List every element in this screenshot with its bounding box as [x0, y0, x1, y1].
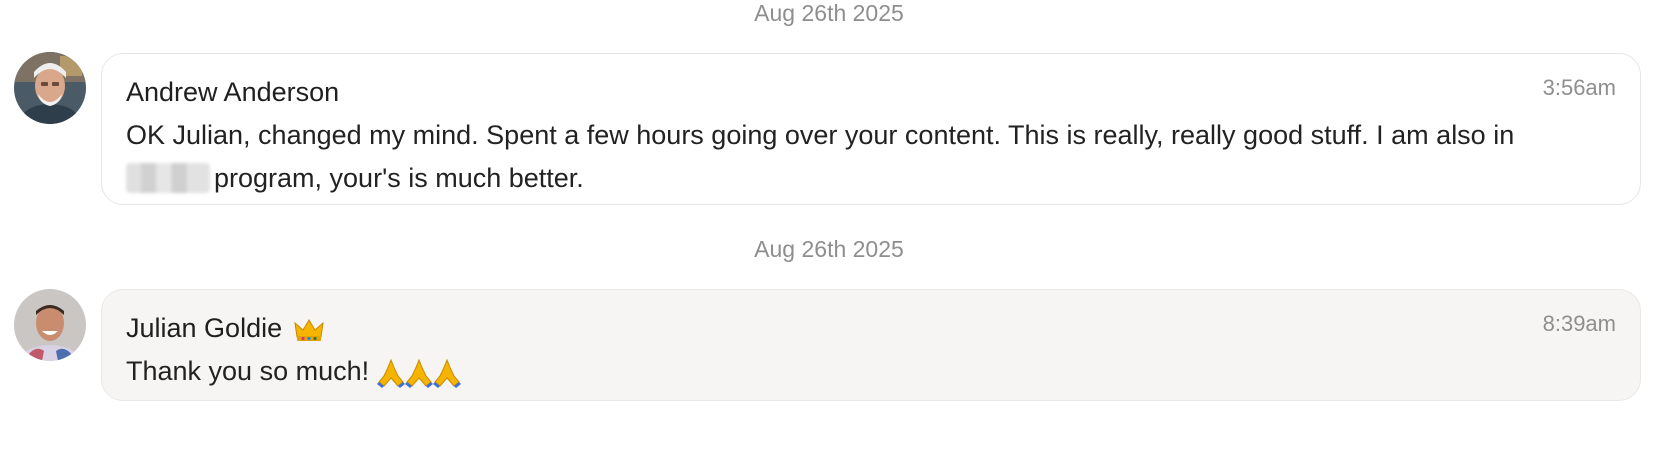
- avatar-julian-goldie[interactable]: [14, 289, 86, 361]
- timestamp: 3:56am: [1542, 75, 1616, 100]
- author-name[interactable]: Julian Goldie: [126, 312, 324, 344]
- message-text-content: Thank you so much!: [126, 356, 370, 386]
- young-man-avatar-icon: [14, 289, 86, 361]
- folded-hands-icon: [432, 358, 461, 388]
- date-separator: Aug 26th 2025: [754, 236, 904, 262]
- avatar-andrew-anderson[interactable]: [14, 52, 86, 124]
- timestamp: 8:39am: [1542, 311, 1616, 336]
- crown-icon: [293, 318, 324, 341]
- redacted-word: [126, 163, 210, 193]
- message-text: Thank you so much!: [126, 350, 1626, 393]
- older-man-avatar-icon: [14, 52, 86, 124]
- reaction-emojis: [376, 356, 461, 388]
- message-text: OK Julian, changed my mind. Spent a few …: [126, 114, 1626, 200]
- message-bubble: Julian Goldie 8:39am Thank you so much!: [101, 289, 1641, 401]
- author-name-text: Julian Goldie: [126, 313, 283, 343]
- folded-hands-icon: [404, 358, 433, 388]
- message-bubble: Andrew Anderson 3:56am OK Julian, change…: [101, 53, 1641, 205]
- folded-hands-icon: [376, 358, 405, 388]
- author-name[interactable]: Andrew Anderson: [126, 76, 339, 108]
- date-separator: Aug 26th 2025: [754, 0, 904, 26]
- message-text-part1: OK Julian, changed my mind. Spent a few …: [126, 120, 1515, 150]
- message-text-part2: program, your's is much better.: [214, 163, 584, 193]
